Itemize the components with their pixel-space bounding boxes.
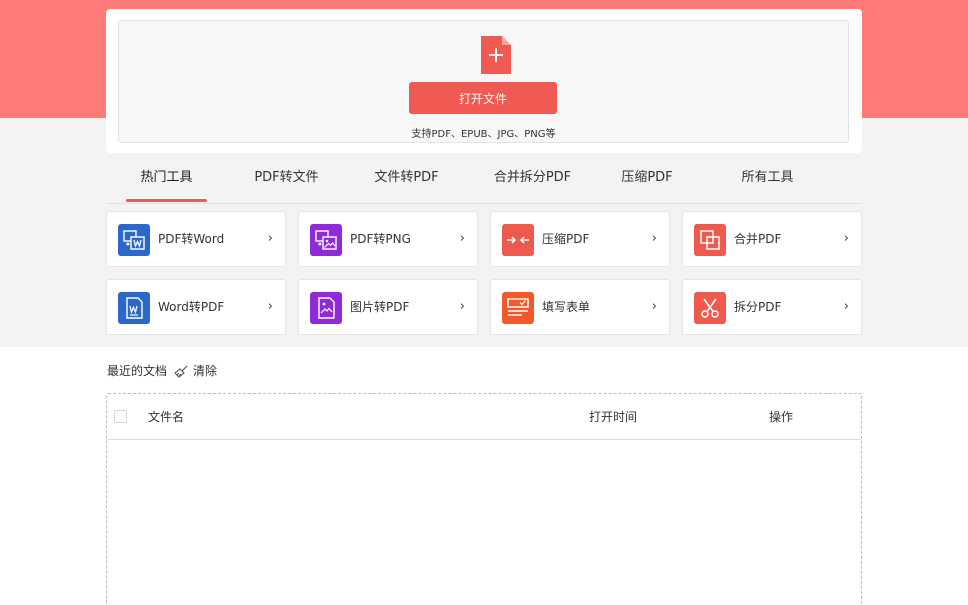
clear-button[interactable]: 清除: [193, 362, 217, 380]
form-icon: [502, 292, 534, 324]
column-header-actions: 操作: [769, 410, 794, 424]
chevron-right-icon: ›: [843, 299, 849, 314]
supported-formats-text: 支持PDF、EPUB、JPG、PNG等: [411, 129, 556, 140]
tool-fill-form[interactable]: 填写表单 ›: [490, 279, 670, 335]
tool-label: 压缩PDF: [542, 232, 590, 246]
broom-icon[interactable]: [173, 363, 189, 379]
tool-label: 合并PDF: [734, 232, 782, 246]
file-dropzone[interactable]: 打开文件 支持PDF、EPUB、JPG、PNG等: [118, 20, 849, 143]
column-header-open-time: 打开时间: [589, 410, 638, 424]
word-to-pdf-icon: [118, 292, 150, 324]
tool-compress-pdf[interactable]: 压缩PDF ›: [490, 211, 670, 267]
recent-documents-title: 最近的文档: [107, 364, 168, 378]
chevron-right-icon: ›: [843, 231, 849, 246]
pdf-to-png-icon: [310, 224, 342, 256]
file-add-icon: [481, 36, 511, 74]
tool-pdf-to-word[interactable]: PDF转Word ›: [106, 211, 286, 267]
tool-label: 拆分PDF: [734, 300, 782, 314]
compress-icon: [502, 224, 534, 256]
image-to-pdf-icon: [310, 292, 342, 324]
tool-label: PDF转Word: [158, 232, 225, 246]
tool-label: PDF转PNG: [350, 232, 411, 246]
tool-image-to-pdf[interactable]: 图片转PDF ›: [298, 279, 478, 335]
tool-pdf-to-png[interactable]: PDF转PNG ›: [298, 211, 478, 267]
tool-merge-pdf[interactable]: 合并PDF ›: [682, 211, 862, 267]
open-file-button[interactable]: 打开文件: [409, 82, 557, 114]
scissors-icon: [694, 292, 726, 324]
upload-card: 打开文件 支持PDF、EPUB、JPG、PNG等: [106, 9, 862, 153]
column-header-filename: 文件名: [148, 410, 185, 424]
chevron-right-icon: ›: [267, 299, 273, 314]
chevron-right-icon: ›: [459, 299, 465, 314]
tab-all-tools[interactable]: 所有工具: [720, 163, 815, 203]
select-all-checkbox[interactable]: [114, 410, 127, 423]
tab-merge-split-pdf[interactable]: 合并拆分PDF: [473, 163, 592, 203]
active-tab-indicator: [126, 199, 207, 202]
recent-documents-table: 文件名 打开时间 操作: [106, 393, 862, 605]
tool-label: 图片转PDF: [350, 300, 410, 314]
tool-word-to-pdf[interactable]: Word转PDF ›: [106, 279, 286, 335]
tab-hot-tools[interactable]: 热门工具: [126, 163, 207, 203]
merge-icon: [694, 224, 726, 256]
chevron-right-icon: ›: [267, 231, 273, 246]
tab-file-to-pdf[interactable]: 文件转PDF: [356, 163, 457, 203]
tool-category-tabs: 热门工具 PDF转文件 文件转PDF 合并拆分PDF 压缩PDF 所有工具: [106, 163, 862, 204]
tab-compress-pdf[interactable]: 压缩PDF: [602, 163, 692, 203]
tool-label: Word转PDF: [158, 300, 225, 314]
tool-label: 填写表单: [542, 300, 591, 314]
tool-split-pdf[interactable]: 拆分PDF ›: [682, 279, 862, 335]
tab-pdf-to-file[interactable]: PDF转文件: [236, 163, 337, 203]
chevron-right-icon: ›: [459, 231, 465, 246]
chevron-right-icon: ›: [651, 299, 657, 314]
pdf-to-word-icon: [118, 224, 150, 256]
chevron-right-icon: ›: [651, 231, 657, 246]
table-header: 文件名 打开时间 操作: [107, 394, 861, 440]
